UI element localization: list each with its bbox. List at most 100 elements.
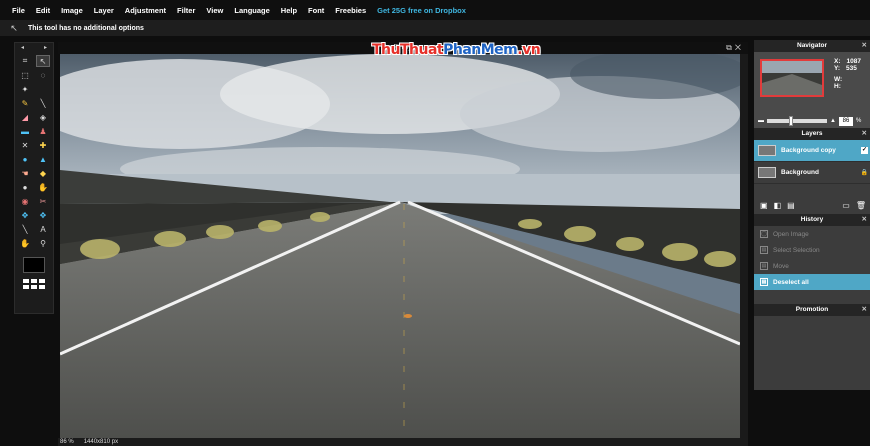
- menu-font[interactable]: Font: [308, 6, 324, 15]
- nav-zoom-input[interactable]: 86: [838, 116, 853, 126]
- menu-view[interactable]: View: [206, 6, 223, 15]
- options-message: This tool has no additional options: [28, 24, 144, 32]
- menu-adjustment[interactable]: Adjustment: [125, 6, 166, 15]
- bloat-tool-icon[interactable]: ✥: [36, 209, 50, 221]
- layers-panel: Layers ✕ Background copy ✓ Background 🔒 ▣…: [754, 128, 870, 214]
- layer-name: Background: [781, 169, 819, 176]
- navigator-panel: Navigator ✕ X: 1087 Y: 535 W: H: ▬ ▲ 86 %: [754, 40, 870, 130]
- image-size: 1440x810 px: [83, 439, 119, 445]
- redeye-tool-icon[interactable]: ◉: [18, 195, 32, 207]
- toolbox-header[interactable]: ◂ ▸: [15, 43, 53, 53]
- dodge-tool-icon[interactable]: ●: [18, 181, 32, 193]
- sponge-tool-icon[interactable]: ◆: [36, 167, 50, 179]
- bucket-tool-icon[interactable]: ◈: [36, 111, 50, 123]
- gradient-tool-icon[interactable]: ▬: [18, 125, 32, 137]
- collapse-left-icon[interactable]: ◂: [21, 43, 24, 53]
- menu-edit[interactable]: Edit: [36, 6, 50, 15]
- menu-image[interactable]: Image: [61, 6, 83, 15]
- stamp-tool-icon[interactable]: ♟: [36, 125, 50, 137]
- nav-x-value: 1087: [846, 58, 861, 65]
- road-photo: [60, 54, 740, 438]
- zoom-slider-knob[interactable]: [789, 116, 793, 126]
- move-tool-icon[interactable]: ↖: [36, 55, 50, 67]
- history-item[interactable]: ▤ Deselect all: [754, 274, 870, 290]
- dropbox-promo-link[interactable]: Get 25G free on Dropbox: [377, 6, 466, 15]
- close-icon[interactable]: ✕: [862, 304, 867, 316]
- picker-tool-icon[interactable]: ✕: [18, 139, 32, 151]
- sharpen-tool-icon[interactable]: ▲: [36, 153, 50, 165]
- close-icon[interactable]: ✕: [735, 43, 744, 52]
- promotion-title: Promotion: [795, 306, 829, 313]
- history-item[interactable]: ▤ Move: [754, 258, 870, 274]
- new-folder-icon[interactable]: ▤: [787, 201, 795, 210]
- history-icon: ▤: [760, 278, 768, 286]
- layer-style-icon[interactable]: ▣: [760, 201, 768, 210]
- history-title: History: [800, 216, 824, 223]
- promotion-panel: Promotion ✕: [754, 304, 870, 390]
- history-item[interactable]: ◯ Open Image: [754, 226, 870, 242]
- layer-row[interactable]: Background copy ✓: [754, 140, 870, 162]
- status-bar: 86 % 1440x810 px: [58, 438, 748, 446]
- zoom-in-icon[interactable]: ▲: [830, 118, 836, 124]
- zoom-slider[interactable]: [767, 116, 827, 126]
- pinch-tool-icon[interactable]: ✥: [18, 209, 32, 221]
- layer-name: Background copy: [781, 147, 836, 154]
- menu-help[interactable]: Help: [281, 6, 297, 15]
- smudge-tool-icon[interactable]: ☚: [18, 167, 32, 179]
- history-panel: History ✕ ◯ Open Image ▤ Select Selection ▤…: [754, 214, 870, 304]
- blur-tool-icon[interactable]: ●: [18, 153, 32, 165]
- watermark-logo: ThuThuatPhanMem.vn: [372, 42, 541, 58]
- layers-title: Layers: [801, 130, 823, 137]
- grid-icon[interactable]: [23, 279, 45, 289]
- navigator-thumbnail[interactable]: [760, 59, 824, 97]
- close-icon[interactable]: ✕: [862, 128, 867, 140]
- brush-tool-icon[interactable]: ╲: [36, 97, 50, 109]
- history-icon: ◯: [760, 230, 768, 238]
- new-layer-icon[interactable]: ▭: [842, 201, 850, 210]
- layer-row[interactable]: Background 🔒: [754, 162, 870, 184]
- lock-icon: 🔒: [860, 170, 868, 176]
- canvas-scrollbar[interactable]: [740, 54, 748, 438]
- menu-freebies[interactable]: Freebies: [335, 6, 366, 15]
- move-arrow-icon: ↖: [10, 22, 18, 33]
- menu-language[interactable]: Language: [234, 6, 269, 15]
- pencil-tool-icon[interactable]: ✎: [18, 97, 32, 109]
- checkbox-icon[interactable]: ✓: [861, 147, 868, 154]
- navigator-title: Navigator: [797, 42, 827, 49]
- history-icon: ▤: [760, 246, 768, 254]
- marquee-tool-icon[interactable]: ⬚: [18, 69, 32, 81]
- zoom-tool-icon[interactable]: ⚲: [36, 237, 50, 249]
- lasso-tool-icon[interactable]: ◌: [36, 69, 50, 81]
- nav-y-value: 535: [846, 65, 857, 72]
- burn-tool-icon[interactable]: ✋: [36, 181, 50, 193]
- collapse-right-icon[interactable]: ▸: [44, 43, 47, 53]
- history-icon: ▤: [760, 262, 768, 270]
- heal-tool-icon[interactable]: ✚: [36, 139, 50, 151]
- close-icon[interactable]: ✕: [862, 214, 867, 226]
- menu-bar: File Edit Image Layer Adjustment Filter …: [0, 0, 870, 20]
- options-bar: ↖ This tool has no additional options: [0, 20, 870, 36]
- menu-layer[interactable]: Layer: [94, 6, 114, 15]
- menu-file[interactable]: File: [12, 6, 25, 15]
- wand-tool-icon[interactable]: ✦: [18, 83, 32, 95]
- layer-thumbnail: [758, 145, 776, 156]
- hand-tool-icon[interactable]: ✋: [18, 237, 32, 249]
- trash-icon[interactable]: 🗑: [856, 201, 866, 210]
- close-icon[interactable]: ✕: [862, 40, 867, 52]
- menu-filter[interactable]: Filter: [177, 6, 195, 15]
- spot-tool-icon[interactable]: ✂: [36, 195, 50, 207]
- zoom-out-icon[interactable]: ▬: [758, 118, 764, 124]
- eraser-tool-icon[interactable]: ◢: [18, 111, 32, 123]
- zoom-value[interactable]: 86: [60, 439, 67, 445]
- history-item[interactable]: ▤ Select Selection: [754, 242, 870, 258]
- image-canvas[interactable]: [60, 54, 740, 438]
- colorpicker-tool-icon[interactable]: ╲: [18, 223, 32, 235]
- mask-icon[interactable]: ◧: [774, 201, 782, 210]
- restore-icon[interactable]: ⧉: [726, 43, 735, 52]
- text-tool-icon[interactable]: A: [36, 223, 50, 235]
- crop-tool-icon[interactable]: ⌗: [18, 55, 32, 67]
- layer-thumbnail: [758, 167, 776, 178]
- color-swatch[interactable]: [23, 257, 45, 273]
- toolbox: ◂ ▸ ⌗ ↖ ⬚ ◌ ✦ ✎ ╲ ◢ ◈ ▬ ♟ ✕ ✚ ● ▲ ☚ ◆ ● ✋ ◉ ✂ ✥ ✥ ╲ A…: [14, 42, 54, 314]
- empty-slot: [36, 83, 50, 95]
